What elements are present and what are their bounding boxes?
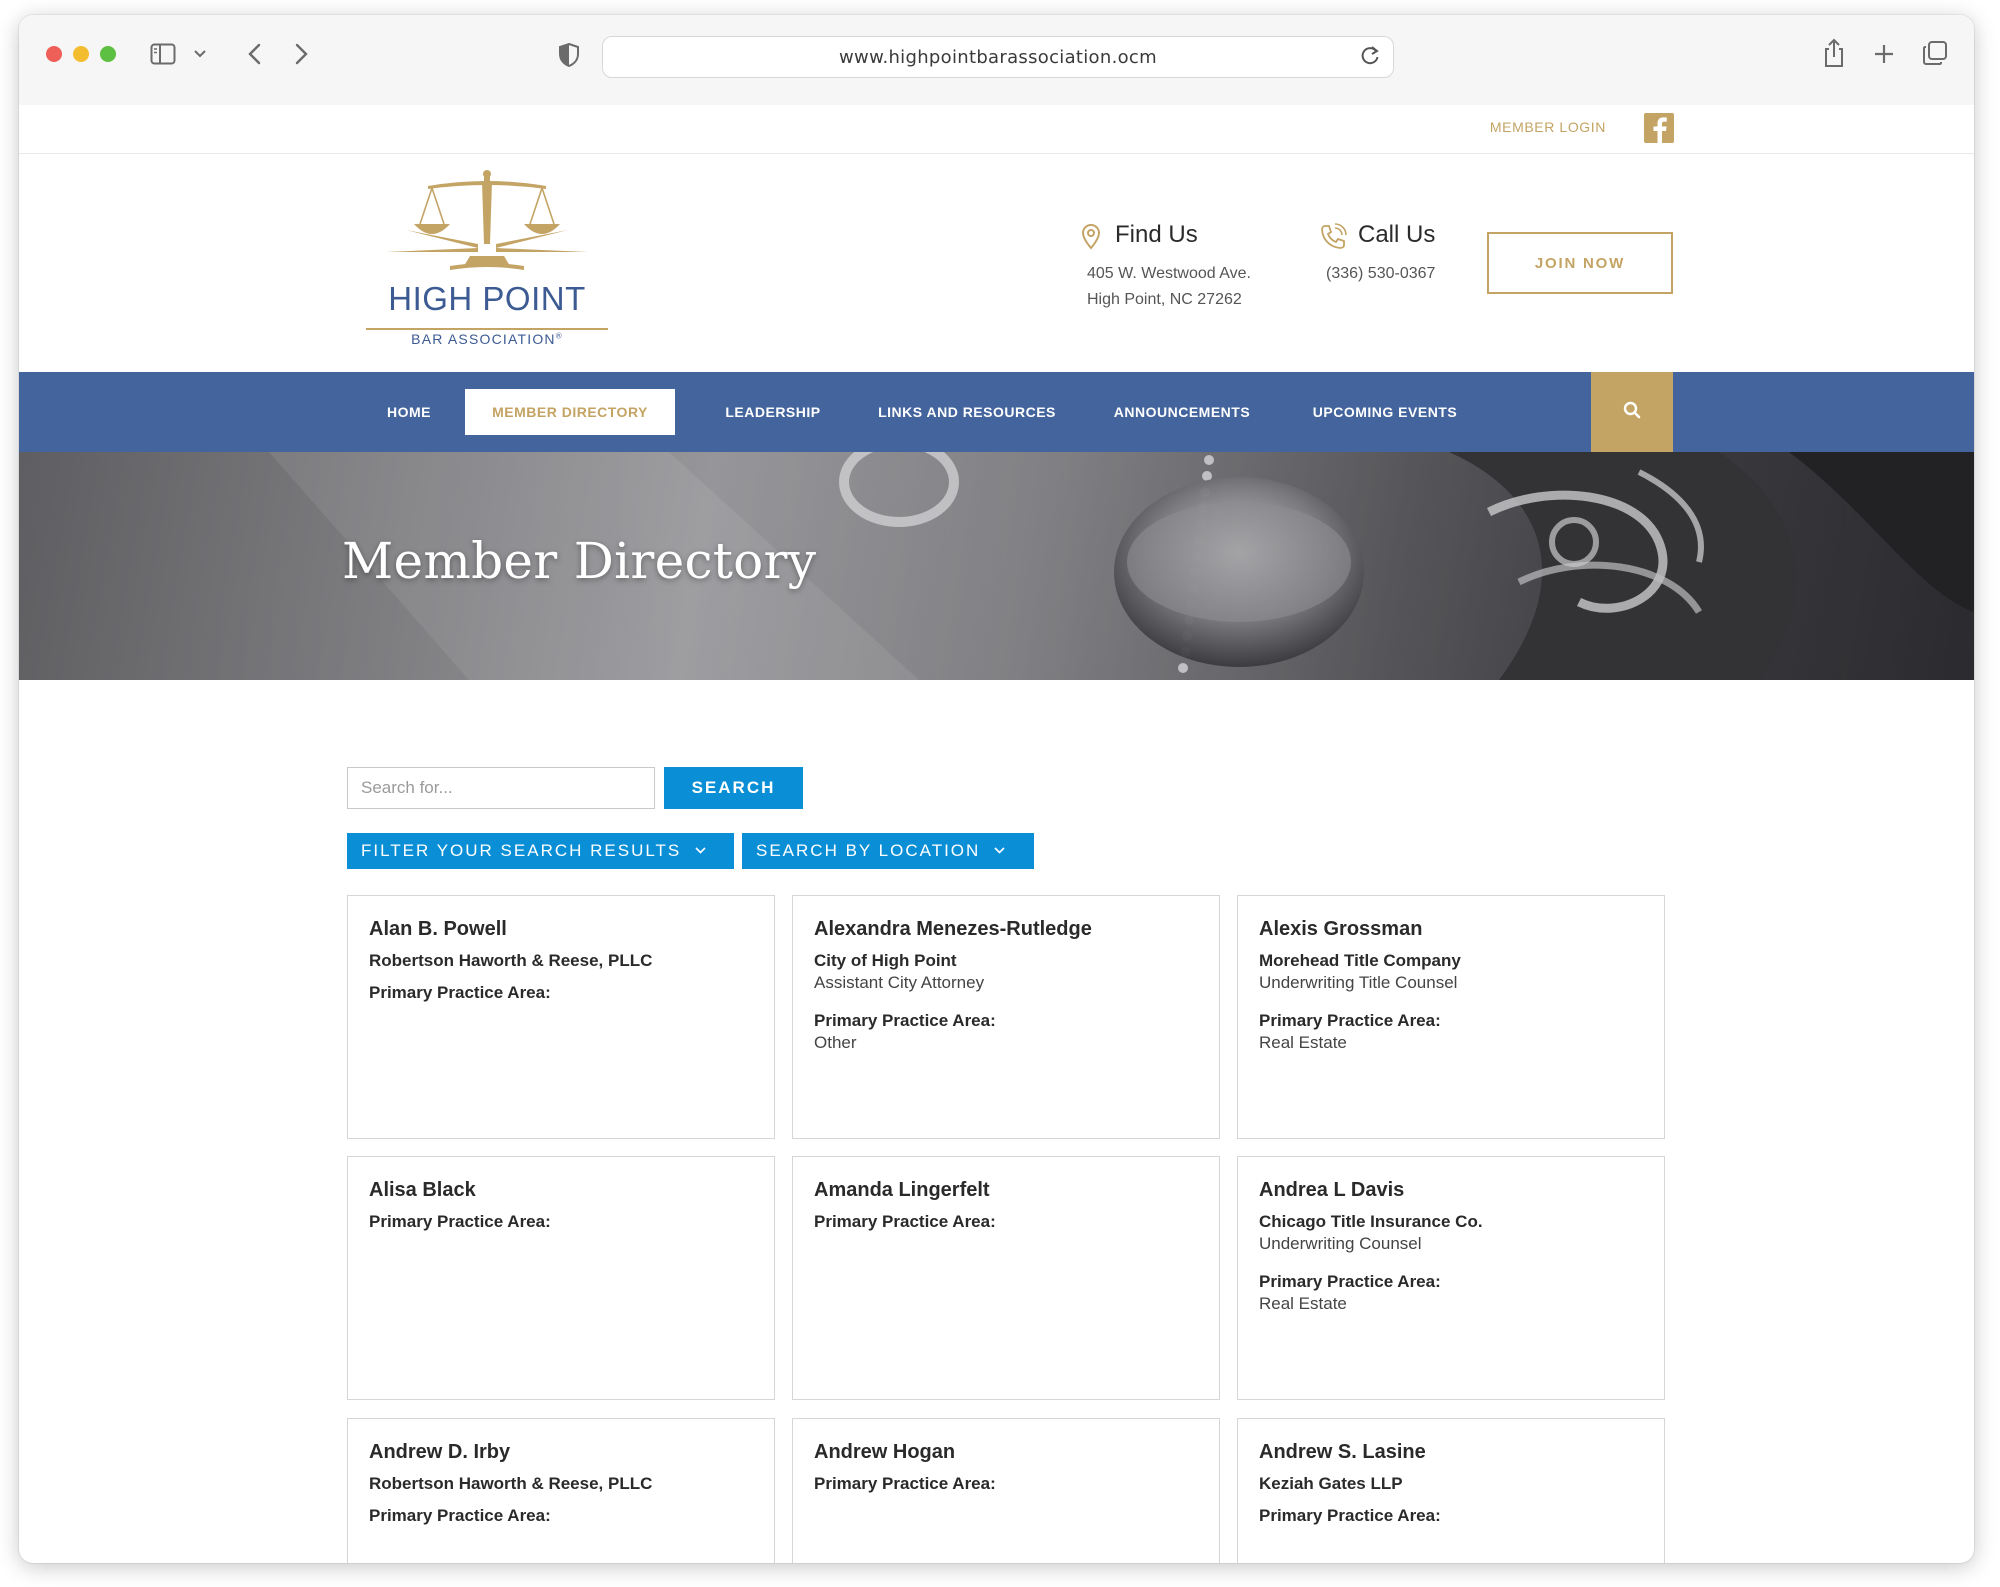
site-logo[interactable]: HIGH POINT BAR ASSOCIATION® — [366, 168, 626, 364]
call-us-title: Call Us — [1358, 221, 1436, 248]
member-name[interactable]: Andrew D. Irby — [369, 1439, 753, 1465]
chevron-down-icon[interactable] — [193, 47, 207, 61]
member-card[interactable]: Andrew S. Lasine Keziah Gates LLP Primar… — [1237, 1418, 1665, 1563]
filter-results-dropdown[interactable]: FILTER YOUR SEARCH RESULTS — [347, 833, 734, 869]
logo-title: HIGH POINT — [388, 280, 586, 317]
reload-icon[interactable] — [1359, 45, 1381, 72]
member-name[interactable]: Andrew S. Lasine — [1259, 1439, 1643, 1465]
member-card[interactable]: Andrea L Davis Chicago Title Insurance C… — [1237, 1156, 1665, 1400]
member-title: Underwriting Counsel — [1259, 1234, 1422, 1253]
member-name[interactable]: Andrea L Davis — [1259, 1177, 1643, 1203]
member-title: Underwriting Title Counsel — [1259, 973, 1458, 992]
site-header: HIGH POINT BAR ASSOCIATION® Find Us 405 … — [19, 155, 1974, 371]
share-icon[interactable] — [1821, 37, 1847, 69]
practice-area-label: Primary Practice Area: — [369, 983, 551, 1002]
nav-home[interactable]: HOME — [364, 389, 454, 435]
back-arrow-icon[interactable] — [241, 41, 267, 67]
close-window-button[interactable] — [46, 46, 62, 62]
maximize-window-button[interactable] — [100, 46, 116, 62]
nav-member-directory[interactable]: MEMBER DIRECTORY — [465, 389, 675, 435]
browser-window: www.highpointbarassociation.ocm MEMBER L… — [19, 15, 1974, 1563]
map-pin-icon — [1080, 223, 1102, 256]
practice-area-label: Primary Practice Area: — [369, 1506, 551, 1525]
facebook-icon[interactable] — [1644, 113, 1674, 143]
member-card[interactable]: Andrew Hogan Primary Practice Area: — [792, 1418, 1220, 1563]
phone-number[interactable]: (336) 530-0367 — [1326, 261, 1435, 287]
privacy-shield-icon[interactable] — [556, 40, 582, 70]
chevron-down-icon — [994, 845, 1005, 857]
practice-area-label: Primary Practice Area: — [1259, 1506, 1441, 1525]
minimize-window-button[interactable] — [73, 46, 89, 62]
practice-area-label: Primary Practice Area: — [814, 1212, 996, 1231]
member-company: Robertson Haworth & Reese, PLLC — [369, 951, 653, 970]
phone-icon — [1318, 222, 1348, 257]
member-company: City of High Point — [814, 951, 957, 970]
practice-area-value: Real Estate — [1259, 1294, 1347, 1313]
search-input[interactable] — [347, 767, 655, 809]
nav-announcements[interactable]: ANNOUNCEMENTS — [1094, 389, 1270, 435]
practice-area-label: Primary Practice Area: — [369, 1212, 551, 1231]
practice-area-label: Primary Practice Area: — [1259, 1272, 1441, 1291]
practice-area-value: Real Estate — [1259, 1033, 1347, 1052]
search-button[interactable]: SEARCH — [664, 767, 803, 809]
member-name[interactable]: Andrew Hogan — [814, 1439, 1198, 1465]
member-name[interactable]: Alexandra Menezes-Rutledge — [814, 916, 1198, 942]
member-company: Chicago Title Insurance Co. — [1259, 1212, 1483, 1231]
utility-bar: MEMBER LOGIN — [19, 105, 1974, 154]
url-text: www.highpointbarassociation.ocm — [839, 46, 1157, 68]
nav-search-button[interactable] — [1591, 372, 1673, 452]
find-us-title: Find Us — [1115, 221, 1198, 248]
logo-subtitle: BAR ASSOCIATION® — [366, 331, 608, 347]
logo-subtitle-text: BAR ASSOCIATION — [411, 331, 556, 347]
nav-upcoming-events[interactable]: UPCOMING EVENTS — [1297, 389, 1473, 435]
filter-results-label: FILTER YOUR SEARCH RESULTS — [361, 841, 682, 860]
member-card[interactable]: Alan B. Powell Robertson Haworth & Reese… — [347, 895, 775, 1139]
practice-area-label: Primary Practice Area: — [814, 1474, 996, 1493]
tab-overview-icon[interactable] — [1921, 39, 1949, 67]
member-company: Keziah Gates LLP — [1259, 1474, 1403, 1493]
member-card[interactable]: Alexandra Menezes-Rutledge City of High … — [792, 895, 1220, 1139]
search-by-location-dropdown[interactable]: SEARCH BY LOCATION — [742, 833, 1034, 869]
scales-background-image — [19, 452, 1974, 680]
address-line-2: High Point, NC 27262 — [1087, 291, 1242, 308]
search-icon — [1623, 401, 1641, 424]
practice-area-value: Other — [814, 1033, 857, 1052]
page-title: Member Directory — [342, 532, 817, 590]
browser-toolbar: www.highpointbarassociation.ocm — [19, 15, 1974, 105]
address-bar[interactable]: www.highpointbarassociation.ocm — [602, 36, 1394, 78]
practice-area-label: Primary Practice Area: — [1259, 1011, 1441, 1030]
join-now-button[interactable]: JOIN NOW — [1487, 232, 1673, 294]
registered-mark: ® — [555, 331, 563, 341]
member-name[interactable]: Alexis Grossman — [1259, 916, 1643, 942]
main-nav: HOME MEMBER DIRECTORY LEADERSHIP LINKS A… — [19, 372, 1974, 452]
hero-banner: Member Directory — [19, 452, 1974, 680]
sidebar-toggle-icon[interactable] — [149, 41, 177, 67]
scales-of-justice-icon — [386, 170, 588, 270]
member-card[interactable]: Andrew D. Irby Robertson Haworth & Reese… — [347, 1418, 775, 1563]
member-title: Assistant City Attorney — [814, 973, 985, 992]
member-name[interactable]: Alisa Black — [369, 1177, 753, 1203]
member-company: Morehead Title Company — [1259, 951, 1461, 970]
member-name[interactable]: Amanda Lingerfelt — [814, 1177, 1198, 1203]
member-name[interactable]: Alan B. Powell — [369, 916, 753, 942]
member-company: Robertson Haworth & Reese, PLLC — [369, 1474, 653, 1493]
address-line-1: 405 W. Westwood Ave. — [1087, 265, 1251, 282]
chevron-down-icon — [695, 845, 706, 857]
member-card[interactable]: Alisa Black Primary Practice Area: — [347, 1156, 775, 1400]
search-by-location-label: SEARCH BY LOCATION — [756, 841, 981, 860]
nav-leadership[interactable]: LEADERSHIP — [703, 389, 843, 435]
forward-arrow-icon[interactable] — [289, 41, 315, 67]
new-tab-icon[interactable] — [1871, 41, 1897, 67]
member-card[interactable]: Amanda Lingerfelt Primary Practice Area: — [792, 1156, 1220, 1400]
practice-area-label: Primary Practice Area: — [814, 1011, 996, 1030]
member-login-link[interactable]: MEMBER LOGIN — [1490, 119, 1606, 135]
member-card[interactable]: Alexis Grossman Morehead Title Company U… — [1237, 895, 1665, 1139]
nav-links-and-resources[interactable]: LINKS AND RESOURCES — [864, 389, 1070, 435]
